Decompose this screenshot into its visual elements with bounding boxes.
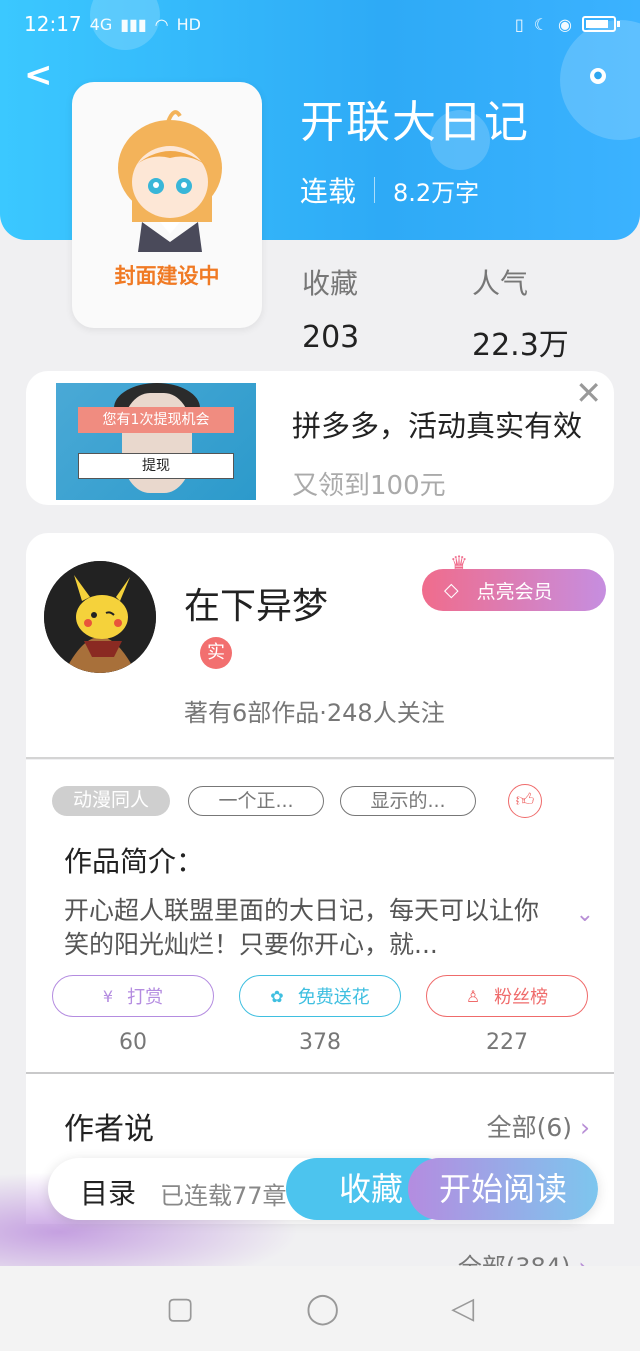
reward-count: 60 (119, 1030, 147, 1055)
stat-label: 人气 (472, 267, 529, 300)
vibrate-icon: ▯ (514, 14, 524, 34)
ad-card[interactable]: 您有1次提现机会 提现 拼多多，活动真实有效 又领到100元 ✕ (26, 371, 614, 505)
intro-title: 作品简介： (64, 845, 205, 878)
battery-icon (582, 16, 620, 32)
ad-image-banner: 您有1次提现机会 (78, 407, 234, 433)
diamond-icon: ◇ (444, 579, 459, 601)
moon-icon: ☾ (533, 14, 549, 34)
thumbs-up-icon[interactable]: 👍︎ (508, 784, 542, 818)
start-reading-button[interactable]: 开始阅读 (408, 1158, 598, 1220)
book-status: 连载 (300, 175, 357, 208)
status-bar: 12:17 4G ▮▮▮ ◠ HD ▯ ☾ ◉ (0, 0, 640, 48)
hd-label: HD (176, 14, 201, 34)
reward-button[interactable]: ¥ 打赏 (52, 975, 214, 1017)
system-nav-bar: ▢ ◯ ◁ (0, 1266, 640, 1351)
home-icon[interactable]: ◯ (306, 1291, 340, 1326)
cover-illustration (118, 110, 222, 252)
author-card: 在下异梦 实 著有6部作品·248人关注 ♛ ◇ 点亮会员 (26, 533, 614, 759)
word-count: 8.2万字 (393, 178, 480, 207)
stat-value: 203 (302, 320, 360, 355)
back-button[interactable]: < (24, 58, 53, 92)
intro-card: 动漫同人 一个正... 显示的... 👍︎ 作品简介： 开心超人联盟里面的大日记… (26, 760, 614, 1072)
send-flower-label: 免费送花 (297, 987, 370, 1008)
avatar[interactable] (44, 561, 156, 673)
ad-title: 拼多多，活动真实有效 (292, 409, 583, 443)
intro-text: 开心超人联盟里面的大日记，每天可以让你笑的阳光灿烂！只要你开心，就... (64, 896, 540, 959)
status-time: 12:17 (24, 12, 82, 36)
share-icon[interactable]: ● (590, 68, 606, 84)
chapter-progress: 已连载77章 (160, 1182, 287, 1210)
yen-icon: ¥ (102, 986, 114, 1006)
network-label: 4G (89, 14, 113, 34)
book-meta: 连载 8.2万字 (300, 170, 479, 210)
toc-button[interactable]: 目录 (80, 1172, 136, 1212)
ad-image[interactable]: 您有1次提现机会 提现 (56, 383, 256, 500)
book-cover[interactable]: 封面建设中 (72, 82, 262, 328)
flower-count: 378 (299, 1030, 341, 1055)
stat-popularity: 人气 22.3万 (472, 262, 569, 364)
book-title: 开联大日记 (300, 97, 530, 148)
bottom-action-bar: 目录 已连载77章 收藏 开始阅读 (48, 1158, 598, 1220)
stat-label: 收藏 (302, 267, 359, 300)
vip-button-label: 点亮会员 (476, 580, 553, 603)
reward-label: 打赏 (127, 987, 164, 1008)
tag[interactable]: 一个正... (188, 786, 324, 816)
fan-rank-label: 粉丝榜 (494, 987, 549, 1008)
signal-icon: ▮▮▮ (120, 14, 147, 34)
cover-label: 封面建设中 (114, 264, 220, 288)
ad-image-button: 提现 (78, 453, 234, 479)
wifi-icon: ◠ (154, 14, 169, 34)
tag[interactable]: 动漫同人 (52, 786, 170, 816)
close-icon[interactable]: ✕ (575, 377, 602, 409)
fan-rank-button[interactable]: ♙ 粉丝榜 (426, 975, 588, 1017)
lock-icon: ◉ (558, 14, 572, 34)
chevron-down-icon[interactable]: ⌄ (576, 902, 594, 927)
author-say-title: 作者说 (64, 1112, 154, 1147)
stat-value: 22.3万 (472, 328, 569, 363)
send-flower-button[interactable]: ✿ 免费送花 (239, 975, 401, 1017)
back-nav-icon[interactable]: ◁ (451, 1291, 474, 1326)
verified-badge: 实 (200, 637, 232, 669)
person-icon: ♙ (465, 986, 481, 1006)
ad-subtitle: 又领到100元 (292, 471, 446, 501)
stat-favorites: 收藏 203 (302, 262, 359, 355)
author-stats: 著有6部作品·248人关注 (184, 699, 445, 727)
vip-button[interactable]: ◇ 点亮会员 (422, 569, 606, 611)
chevron-right-icon: › (580, 1113, 590, 1142)
recent-apps-icon[interactable]: ▢ (166, 1291, 194, 1326)
fan-count: 227 (486, 1030, 528, 1055)
author-name[interactable]: 在下异梦 (184, 577, 328, 629)
divider (26, 757, 614, 759)
author-say-more-label: 全部(6) (486, 1113, 572, 1142)
author-say-more-link[interactable]: 全部(6) › (487, 1108, 590, 1144)
tag[interactable]: 显示的... (340, 786, 476, 816)
meta-divider (374, 177, 376, 203)
flower-icon: ✿ (270, 986, 284, 1006)
